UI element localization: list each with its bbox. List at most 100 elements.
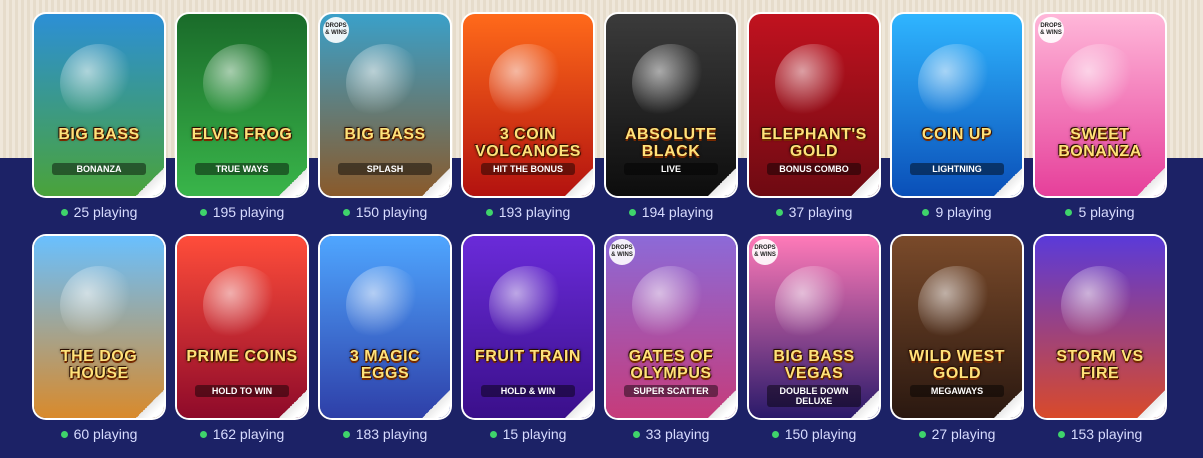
game-thumbnail[interactable]: DROPS & WINS Big Bass Vegas Double Down De… (749, 236, 879, 418)
game-thumbnail[interactable]: The Dog House (34, 236, 164, 418)
game-thumbnail[interactable]: 3 Magic Eggs (320, 236, 450, 418)
game-thumbnail[interactable]: Elvis Frog True Ways (177, 14, 307, 196)
players-count: 150 playing (320, 204, 450, 220)
players-count-label: 193 playing (498, 204, 571, 220)
players-count: 9 playing (892, 204, 1022, 220)
page-curl-decoration (1137, 390, 1165, 418)
game-subtitle: Hold to Win (195, 385, 289, 397)
page-curl-decoration (708, 168, 736, 196)
game-card[interactable]: 3 Magic Eggs 183 playing (320, 236, 450, 458)
page-curl-decoration (136, 390, 164, 418)
players-count-label: 27 playing (931, 426, 996, 442)
game-subtitle: Lightning (910, 163, 1004, 175)
live-dot-icon (489, 430, 497, 438)
game-artwork-highlight (489, 266, 567, 345)
game-card[interactable]: Storm vs Fire 153 playing (1035, 236, 1165, 458)
players-count: 37 playing (749, 204, 879, 220)
game-thumbnail[interactable]: Elephant's Gold Bonus Combo (749, 14, 879, 196)
game-artwork-highlight (346, 266, 424, 345)
game-title: Absolute Black (625, 126, 717, 160)
page-curl-decoration (708, 390, 736, 418)
drops-wins-badge: DROPS & WINS (323, 17, 349, 43)
game-artwork-highlight (632, 44, 710, 123)
players-count-label: 60 playing (73, 426, 138, 442)
game-artwork-highlight (346, 44, 424, 123)
game-card[interactable]: Absolute Black Live 194 playing (606, 14, 736, 236)
drops-wins-badge: DROPS & WINS (752, 239, 778, 265)
game-thumbnail[interactable]: DROPS & WINS Big Bass Splash (320, 14, 450, 196)
game-subtitle: Splash (338, 163, 432, 175)
players-count-label: 25 playing (73, 204, 138, 220)
game-card[interactable]: The Dog House 60 playing (34, 236, 164, 458)
live-dot-icon (922, 208, 930, 216)
game-card[interactable]: Wild West Gold Megaways 27 playing (892, 236, 1022, 458)
game-thumbnail[interactable]: 3 Coin Volcanoes Hit the Bonus (463, 14, 593, 196)
page-curl-decoration (422, 390, 450, 418)
players-count: 25 playing (34, 204, 164, 220)
game-title: Big Bass Vegas (773, 348, 855, 382)
players-count-label: 195 playing (212, 204, 285, 220)
game-subtitle: Bonus Combo (767, 163, 861, 175)
live-dot-icon (342, 208, 350, 216)
drops-wins-badge: DROPS & WINS (1038, 17, 1064, 43)
game-thumbnail[interactable]: Big Bass Bonanza (34, 14, 164, 196)
game-thumbnail[interactable]: DROPS & WINS Sweet Bonanza (1035, 14, 1165, 196)
players-count: 153 playing (1035, 426, 1165, 442)
game-card[interactable]: DROPS & WINS Gates of Olympus Super Scatte… (606, 236, 736, 458)
players-count-label: 162 playing (212, 426, 285, 442)
game-title: Big Bass (344, 126, 426, 143)
game-card[interactable]: DROPS & WINS Big Bass Vegas Double Down De… (749, 236, 879, 458)
game-title: Coin Up (921, 126, 993, 143)
live-dot-icon (199, 430, 207, 438)
page-curl-decoration (851, 168, 879, 196)
game-thumbnail[interactable]: DROPS & WINS Gates of Olympus Super Scatte… (606, 236, 736, 418)
game-artwork-highlight (775, 44, 853, 123)
game-thumbnail[interactable]: Wild West Gold Megaways (892, 236, 1022, 418)
page-curl-decoration (1137, 168, 1165, 196)
game-thumbnail[interactable]: Prime Coins Hold to Win (177, 236, 307, 418)
players-count-label: 183 playing (355, 426, 428, 442)
game-artwork-highlight (775, 266, 853, 345)
game-card[interactable]: Big Bass Bonanza 25 playing (34, 14, 164, 236)
game-subtitle: Hold & Win (481, 385, 575, 397)
game-artwork-highlight (918, 44, 996, 123)
game-card[interactable]: Prime Coins Hold to Win 162 playing (177, 236, 307, 458)
game-subtitle: Hit the Bonus (481, 163, 575, 175)
players-count: 195 playing (177, 204, 307, 220)
players-count-label: 150 playing (355, 204, 428, 220)
players-count-label: 150 playing (784, 426, 857, 442)
game-title: Sweet Bonanza (1058, 126, 1142, 160)
game-card[interactable]: Elephant's Gold Bonus Combo 37 playing (749, 14, 879, 236)
game-thumbnail[interactable]: Absolute Black Live (606, 14, 736, 196)
live-dot-icon (628, 208, 636, 216)
live-dot-icon (1057, 430, 1065, 438)
game-card[interactable]: Coin Up Lightning 9 playing (892, 14, 1022, 236)
game-thumbnail[interactable]: Coin Up Lightning (892, 14, 1022, 196)
game-artwork-highlight (632, 266, 710, 345)
game-card[interactable]: Fruit Train Hold & Win 15 playing (463, 236, 593, 458)
game-card[interactable]: DROPS & WINS Big Bass Splash 150 playing (320, 14, 450, 236)
game-title: Storm vs Fire (1056, 348, 1144, 382)
game-card[interactable]: DROPS & WINS Sweet Bonanza 5 playing (1035, 14, 1165, 236)
players-count-label: 37 playing (788, 204, 853, 220)
game-subtitle: Double Down Deluxe (767, 385, 861, 407)
game-title: 3 Coin Volcanoes (475, 126, 581, 160)
page-curl-decoration (565, 390, 593, 418)
game-card[interactable]: Elvis Frog True Ways 195 playing (177, 14, 307, 236)
game-artwork-highlight (60, 266, 138, 345)
players-count: 194 playing (606, 204, 736, 220)
game-artwork-highlight (60, 44, 138, 123)
page-curl-decoration (279, 168, 307, 196)
players-count-label: 15 playing (502, 426, 567, 442)
game-thumbnail[interactable]: Fruit Train Hold & Win (463, 236, 593, 418)
game-subtitle: True Ways (195, 163, 289, 175)
game-artwork-highlight (918, 266, 996, 345)
players-count-label: 9 playing (935, 204, 992, 220)
game-subtitle: Live (624, 163, 718, 175)
game-thumbnail[interactable]: Storm vs Fire (1035, 236, 1165, 418)
game-card[interactable]: 3 Coin Volcanoes Hit the Bonus 193 playing (463, 14, 593, 236)
game-title: Elvis Frog (191, 126, 293, 143)
players-count: 5 playing (1035, 204, 1165, 220)
page-curl-decoration (994, 390, 1022, 418)
game-title: The Dog House (60, 348, 138, 382)
